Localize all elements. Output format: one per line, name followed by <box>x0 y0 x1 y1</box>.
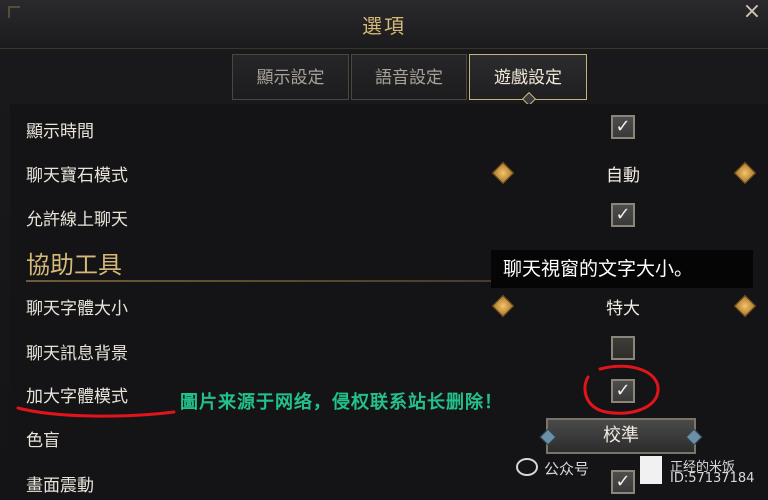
options-window: 選項 × 顯示設定 語音設定 遊戲設定 顯示時間 ✓ 聊天寶石模式 自動 允許線… <box>0 0 768 500</box>
tooltip: 聊天視窗的文字大小。 <box>491 250 753 288</box>
window-title: 選項 <box>362 14 406 38</box>
tab-label: 顯示設定 <box>256 68 325 88</box>
section-assist-tools-title: 協助工具 <box>26 251 122 279</box>
wechat-watermark: 公众号 正经的米饭 ID:57137184 <box>516 456 766 486</box>
watermark-text: 圖片来源于网络，侵权联系站长删除！ <box>180 392 503 413</box>
channel-logo-icon <box>640 456 662 484</box>
chat-font-size-value: 特大 <box>606 299 640 319</box>
colorblind-label: 色盲 <box>26 431 60 451</box>
tab-display-settings[interactable]: 顯示設定 <box>232 54 349 100</box>
show-time-label: 顯示時間 <box>26 122 94 142</box>
chat-message-bg-label: 聊天訊息背景 <box>26 344 128 364</box>
wechat-prefix: 公众号 <box>544 460 590 478</box>
allow-online-chat-checkbox[interactable]: ✓ <box>611 203 635 227</box>
wechat-channel-id: ID:57137184 <box>670 471 755 486</box>
close-button[interactable]: × <box>736 0 768 26</box>
calibrate-button-label: 校準 <box>603 425 639 446</box>
chat-message-bg-checkbox[interactable]: ✓ <box>611 336 635 360</box>
tab-game-settings[interactable]: 遊戲設定 <box>469 54 587 107</box>
allow-online-chat-label: 允許線上聊天 <box>26 210 128 230</box>
chat-gem-mode-value: 自動 <box>606 166 640 186</box>
calibrate-button[interactable]: 校準 <box>539 418 703 454</box>
title-bar: 選項 × <box>0 0 768 49</box>
chat-gem-mode-label: 聊天寶石模式 <box>26 166 128 186</box>
tab-label: 語音設定 <box>375 68 443 88</box>
red-circle-annotation <box>583 364 660 415</box>
tab-label: 遊戲設定 <box>494 68 562 88</box>
red-underline-annotation <box>16 406 176 418</box>
screen-shake-label: 畫面震動 <box>26 476 94 496</box>
chat-font-size-label: 聊天字體大小 <box>26 299 128 319</box>
wechat-logo-icon <box>516 458 538 476</box>
tab-voice-settings[interactable]: 語音設定 <box>351 54 467 100</box>
show-time-checkbox[interactable]: ✓ <box>611 115 635 139</box>
